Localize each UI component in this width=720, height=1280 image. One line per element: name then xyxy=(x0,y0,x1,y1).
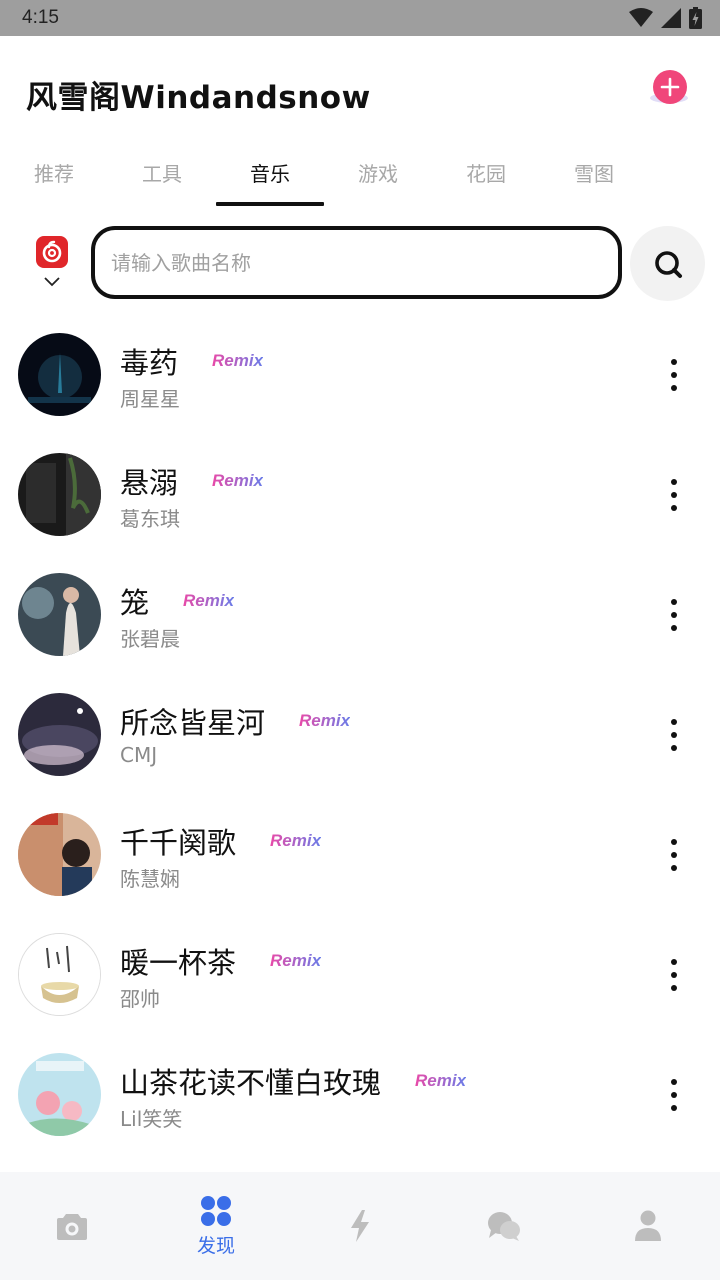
remix-badge: Remix xyxy=(183,591,235,610)
album-cover xyxy=(18,933,101,1016)
status-time: 4:15 xyxy=(22,7,59,28)
song-row[interactable]: 毒药 Remix 周星星 xyxy=(0,314,720,434)
song-title: 山茶花读不懂白玫瑰 xyxy=(120,1066,382,1100)
nav-profile[interactable] xyxy=(576,1172,720,1280)
lightning-icon xyxy=(351,1210,369,1242)
song-artist: 张碧晨 xyxy=(120,627,180,651)
remix-badge: Remix xyxy=(415,1071,467,1090)
search-input[interactable] xyxy=(111,230,601,295)
album-cover xyxy=(18,453,101,536)
search-icon xyxy=(654,250,682,278)
tab-recommend[interactable]: 推荐 xyxy=(0,158,108,187)
bottom-nav: 发现 xyxy=(0,1172,720,1280)
camera-icon xyxy=(57,1214,87,1240)
remix-badge: Remix xyxy=(270,951,322,970)
music-source-selector[interactable] xyxy=(36,236,68,287)
remix-badge: Remix xyxy=(212,471,264,490)
add-icon xyxy=(650,70,688,104)
discover-grid-icon xyxy=(201,1195,231,1226)
tab-music[interactable]: 音乐 xyxy=(216,158,324,187)
more-options-icon[interactable] xyxy=(664,719,684,751)
more-options-icon[interactable] xyxy=(664,1079,684,1111)
chevron-down-icon xyxy=(44,277,60,287)
search-button[interactable] xyxy=(630,226,705,301)
add-button[interactable] xyxy=(648,68,692,108)
song-row[interactable]: 悬溺 Remix 葛东琪 xyxy=(0,434,720,554)
more-options-icon[interactable] xyxy=(664,479,684,511)
more-options-icon[interactable] xyxy=(664,599,684,631)
song-row[interactable]: 千千阕歌 Remix 陈慧娴 xyxy=(0,794,720,914)
song-title: 暖一杯茶 xyxy=(120,946,237,980)
song-row[interactable]: 山茶花读不懂白玫瑰 Remix Lil笑笑 xyxy=(0,1034,720,1154)
album-cover xyxy=(18,573,101,656)
song-artist: Lil笑笑 xyxy=(120,1107,183,1131)
nav-camera[interactable] xyxy=(0,1172,144,1280)
category-tabs: 推荐 工具 音乐 游戏 花园 雪图 xyxy=(0,150,720,206)
chat-bubbles-icon xyxy=(488,1212,520,1241)
song-row[interactable]: 暖一杯茶 Remix 邵帅 xyxy=(0,914,720,1034)
netease-music-icon xyxy=(36,236,68,268)
search-box xyxy=(91,226,622,299)
status-icons xyxy=(629,7,702,29)
tab-tools[interactable]: 工具 xyxy=(108,158,216,187)
song-title: 悬溺 xyxy=(120,466,179,500)
song-title: 笼 xyxy=(120,586,150,620)
album-cover xyxy=(18,1053,101,1136)
song-title: 千千阕歌 xyxy=(120,826,237,860)
song-row[interactable]: 笼 Remix 张碧晨 xyxy=(0,554,720,674)
song-title: 所念皆星河 xyxy=(120,706,266,740)
wifi-icon xyxy=(629,8,653,27)
more-options-icon[interactable] xyxy=(664,839,684,871)
status-bar: 4:15 xyxy=(0,0,720,36)
song-artist: 周星星 xyxy=(120,387,180,411)
app-title: 风雪阁Windandsnow xyxy=(26,80,371,116)
tab-snow-images[interactable]: 雪图 xyxy=(540,158,648,187)
song-title: 毒药 xyxy=(120,346,179,380)
album-cover xyxy=(18,333,101,416)
signal-icon xyxy=(661,8,681,28)
nav-discover-label: 发现 xyxy=(196,1234,235,1257)
nav-discover[interactable]: 发现 xyxy=(144,1172,288,1280)
tab-games[interactable]: 游戏 xyxy=(324,158,432,187)
song-list: 毒药 Remix 周星星 悬溺 Remix 葛东琪 笼 Remix 张碧晨 所念… xyxy=(0,314,720,1154)
album-cover xyxy=(18,693,101,776)
tab-garden[interactable]: 花园 xyxy=(432,158,540,187)
active-tab-indicator xyxy=(216,202,324,206)
battery-icon xyxy=(689,7,702,29)
album-cover xyxy=(18,813,101,896)
nav-lightning[interactable] xyxy=(288,1172,432,1280)
song-artist: CMJ xyxy=(120,743,158,767)
remix-badge: Remix xyxy=(212,351,264,370)
remix-badge: Remix xyxy=(299,711,351,730)
song-artist: 邵帅 xyxy=(120,987,160,1011)
more-options-icon[interactable] xyxy=(664,359,684,391)
remix-badge: Remix xyxy=(270,831,322,850)
more-options-icon[interactable] xyxy=(664,959,684,991)
song-artist: 陈慧娴 xyxy=(120,867,180,891)
person-icon xyxy=(635,1210,661,1241)
song-row[interactable]: 所念皆星河 Remix CMJ xyxy=(0,674,720,794)
nav-chat[interactable] xyxy=(432,1172,576,1280)
song-artist: 葛东琪 xyxy=(120,507,180,531)
